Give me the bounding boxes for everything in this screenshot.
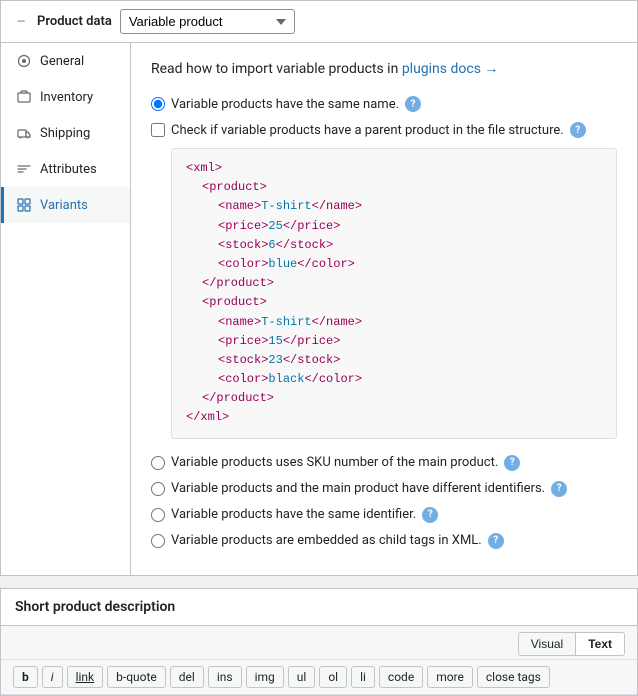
collapse-icon[interactable]: —: [13, 14, 29, 30]
option-sku-number: Variable products uses SKU number of the…: [151, 455, 617, 471]
option-parent-check: Check if variable products have a parent…: [151, 122, 617, 138]
help-icon-sku[interactable]: ?: [504, 455, 520, 471]
attributes-icon: [16, 161, 32, 177]
btn-link[interactable]: link: [67, 666, 104, 688]
option-same-identifier: Variable products have the same identifi…: [151, 507, 617, 523]
product-data-header: — Product data Variable product Simple p…: [1, 1, 637, 43]
sidebar-item-attributes[interactable]: Attributes: [1, 151, 130, 187]
help-icon-different-identifiers[interactable]: ?: [551, 481, 567, 497]
btn-more[interactable]: more: [427, 666, 473, 688]
product-data-title: Product data: [37, 14, 112, 29]
shipping-icon: [16, 125, 32, 141]
tab-visual[interactable]: Visual: [518, 632, 575, 656]
btn-del[interactable]: del: [170, 666, 204, 688]
label-sku-number: Variable products uses SKU number of the…: [171, 455, 498, 470]
btn-img[interactable]: img: [246, 666, 284, 688]
sidebar-attributes-label: Attributes: [40, 162, 97, 177]
btn-ul[interactable]: ul: [288, 666, 316, 688]
btn-bquote[interactable]: b-quote: [107, 666, 166, 688]
import-notice: Read how to import variable products in …: [151, 59, 617, 80]
sidebar-item-shipping[interactable]: Shipping: [1, 115, 130, 151]
main-content-area: Read how to import variable products in …: [131, 43, 637, 575]
radio-child-tags[interactable]: [151, 534, 165, 548]
btn-li[interactable]: li: [351, 666, 375, 688]
sidebar-general-label: General: [40, 54, 84, 69]
editor-toolbar-row: Visual Text: [1, 626, 637, 660]
help-icon-child-tags[interactable]: ?: [488, 533, 504, 549]
label-same-name: Variable products have the same name.: [171, 97, 399, 112]
radio-different-identifiers[interactable]: [151, 482, 165, 496]
tab-text[interactable]: Text: [575, 632, 625, 656]
label-same-identifier: Variable products have the same identifi…: [171, 507, 416, 522]
page-wrapper: — Product data Variable product Simple p…: [0, 0, 638, 696]
radio-same-name[interactable]: [151, 97, 165, 111]
plugins-docs-link[interactable]: plugins docs →: [402, 61, 499, 77]
help-icon-same-name[interactable]: ?: [405, 96, 421, 112]
option-child-tags: Variable products are embedded as child …: [151, 533, 617, 549]
short-desc-title: Short product description: [1, 589, 637, 626]
label-different-identifiers: Variable products and the main product h…: [171, 481, 545, 496]
sidebar-variants-label: Variants: [40, 198, 88, 213]
variants-icon: [16, 197, 32, 213]
help-icon-same-identifier[interactable]: ?: [422, 507, 438, 523]
sidebar-nav: General Inventory: [1, 43, 131, 575]
option-different-identifiers: Variable products and the main product h…: [151, 481, 617, 497]
sidebar-item-general[interactable]: General: [1, 43, 130, 79]
product-type-select[interactable]: Variable product Simple product Grouped …: [120, 9, 295, 34]
product-data-body: General Inventory: [1, 43, 637, 575]
label-child-tags: Variable products are embedded as child …: [171, 533, 482, 548]
sidebar-shipping-label: Shipping: [40, 126, 90, 141]
visual-text-tabs: Visual Text: [518, 632, 625, 656]
option-same-name: Variable products have the same name. ?: [151, 96, 617, 112]
inventory-icon: [16, 89, 32, 105]
product-data-section: — Product data Variable product Simple p…: [0, 0, 638, 576]
btn-code[interactable]: code: [379, 666, 423, 688]
radio-sku-number[interactable]: [151, 456, 165, 470]
label-parent-check: Check if variable products have a parent…: [171, 123, 564, 138]
import-notice-prefix: Read how to import variable products in: [151, 61, 398, 77]
short-desc-body: Visual Text b i link b-quote del ins img…: [1, 626, 637, 695]
btn-ins[interactable]: ins: [208, 666, 242, 688]
checkbox-parent-check[interactable]: [151, 123, 165, 137]
format-buttons-row: b i link b-quote del ins img ul ol li co…: [1, 660, 637, 695]
help-icon-parent-check[interactable]: ?: [570, 122, 586, 138]
sidebar-inventory-label: Inventory: [40, 90, 93, 105]
btn-ol[interactable]: ol: [319, 666, 347, 688]
btn-bold[interactable]: b: [13, 666, 38, 688]
additional-options-list: Variable products uses SKU number of the…: [151, 455, 617, 549]
btn-close-tags[interactable]: close tags: [477, 666, 550, 688]
general-icon: [16, 53, 32, 69]
sidebar-item-inventory[interactable]: Inventory: [1, 79, 130, 115]
btn-italic[interactable]: i: [42, 666, 63, 688]
radio-same-identifier[interactable]: [151, 508, 165, 522]
short-product-description-section: Short product description Visual Text b …: [0, 588, 638, 696]
xml-code-block: <xml> <product> <name>T-shirt</name> <pr…: [171, 148, 617, 439]
sidebar-item-variants[interactable]: Variants: [1, 187, 130, 223]
